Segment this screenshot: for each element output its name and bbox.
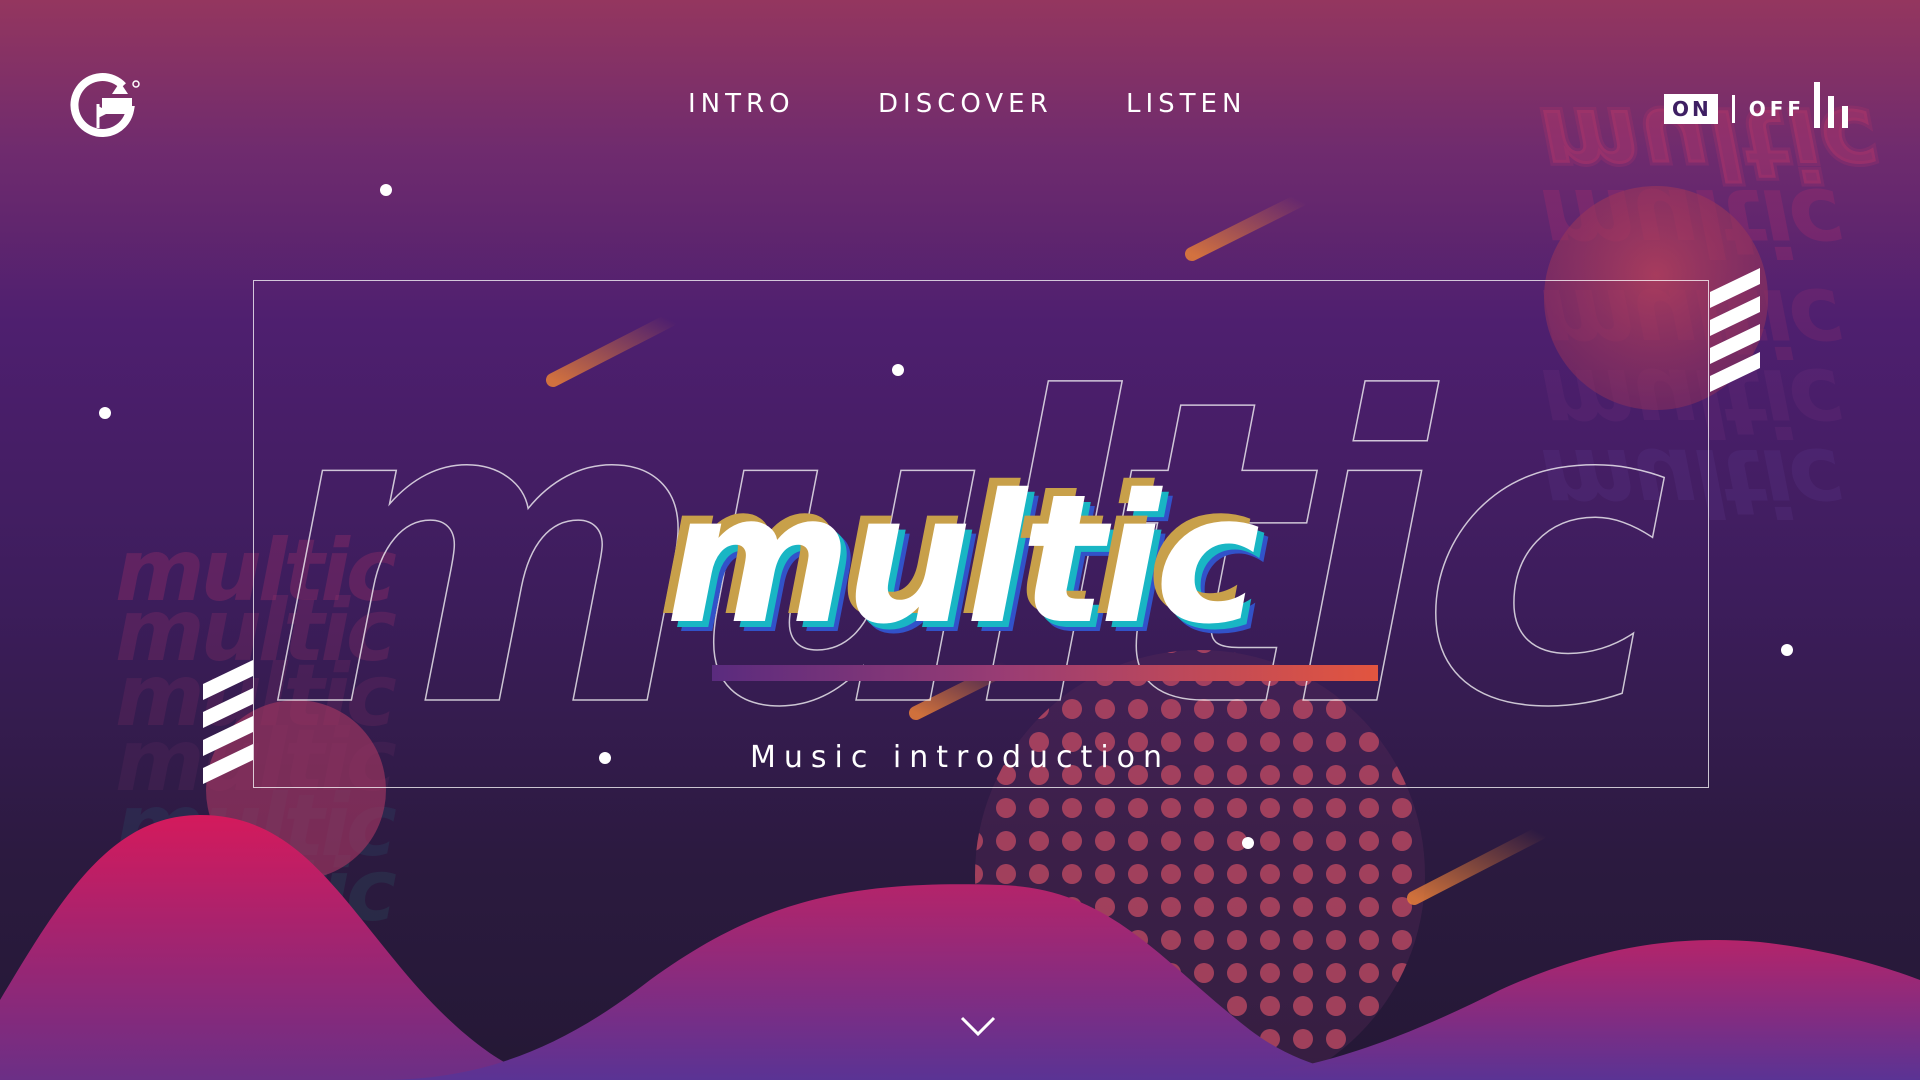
title-underline	[712, 665, 1378, 681]
nav-item-intro[interactable]: INTRO	[688, 84, 795, 124]
nav-item-discover[interactable]: DISCOVER	[878, 84, 1053, 124]
hero-title: multic	[665, 456, 1261, 663]
sound-on-button[interactable]: ON	[1664, 94, 1718, 124]
toggle-divider	[1731, 95, 1735, 123]
sound-toggle: ON OFF	[1664, 92, 1805, 126]
chevron-down-icon	[960, 1016, 996, 1037]
hero-subtitle: Music introduction	[749, 740, 1171, 775]
scroll-down-button[interactable]	[958, 1012, 998, 1040]
equalizer-bars-icon	[1814, 82, 1848, 128]
equalizer-button[interactable]	[1812, 82, 1852, 128]
nav-item-listen[interactable]: LISTEN	[1126, 84, 1246, 124]
main-nav: INTRO DISCOVER LISTEN	[0, 84, 1920, 124]
sound-off-button[interactable]: OFF	[1749, 96, 1805, 122]
